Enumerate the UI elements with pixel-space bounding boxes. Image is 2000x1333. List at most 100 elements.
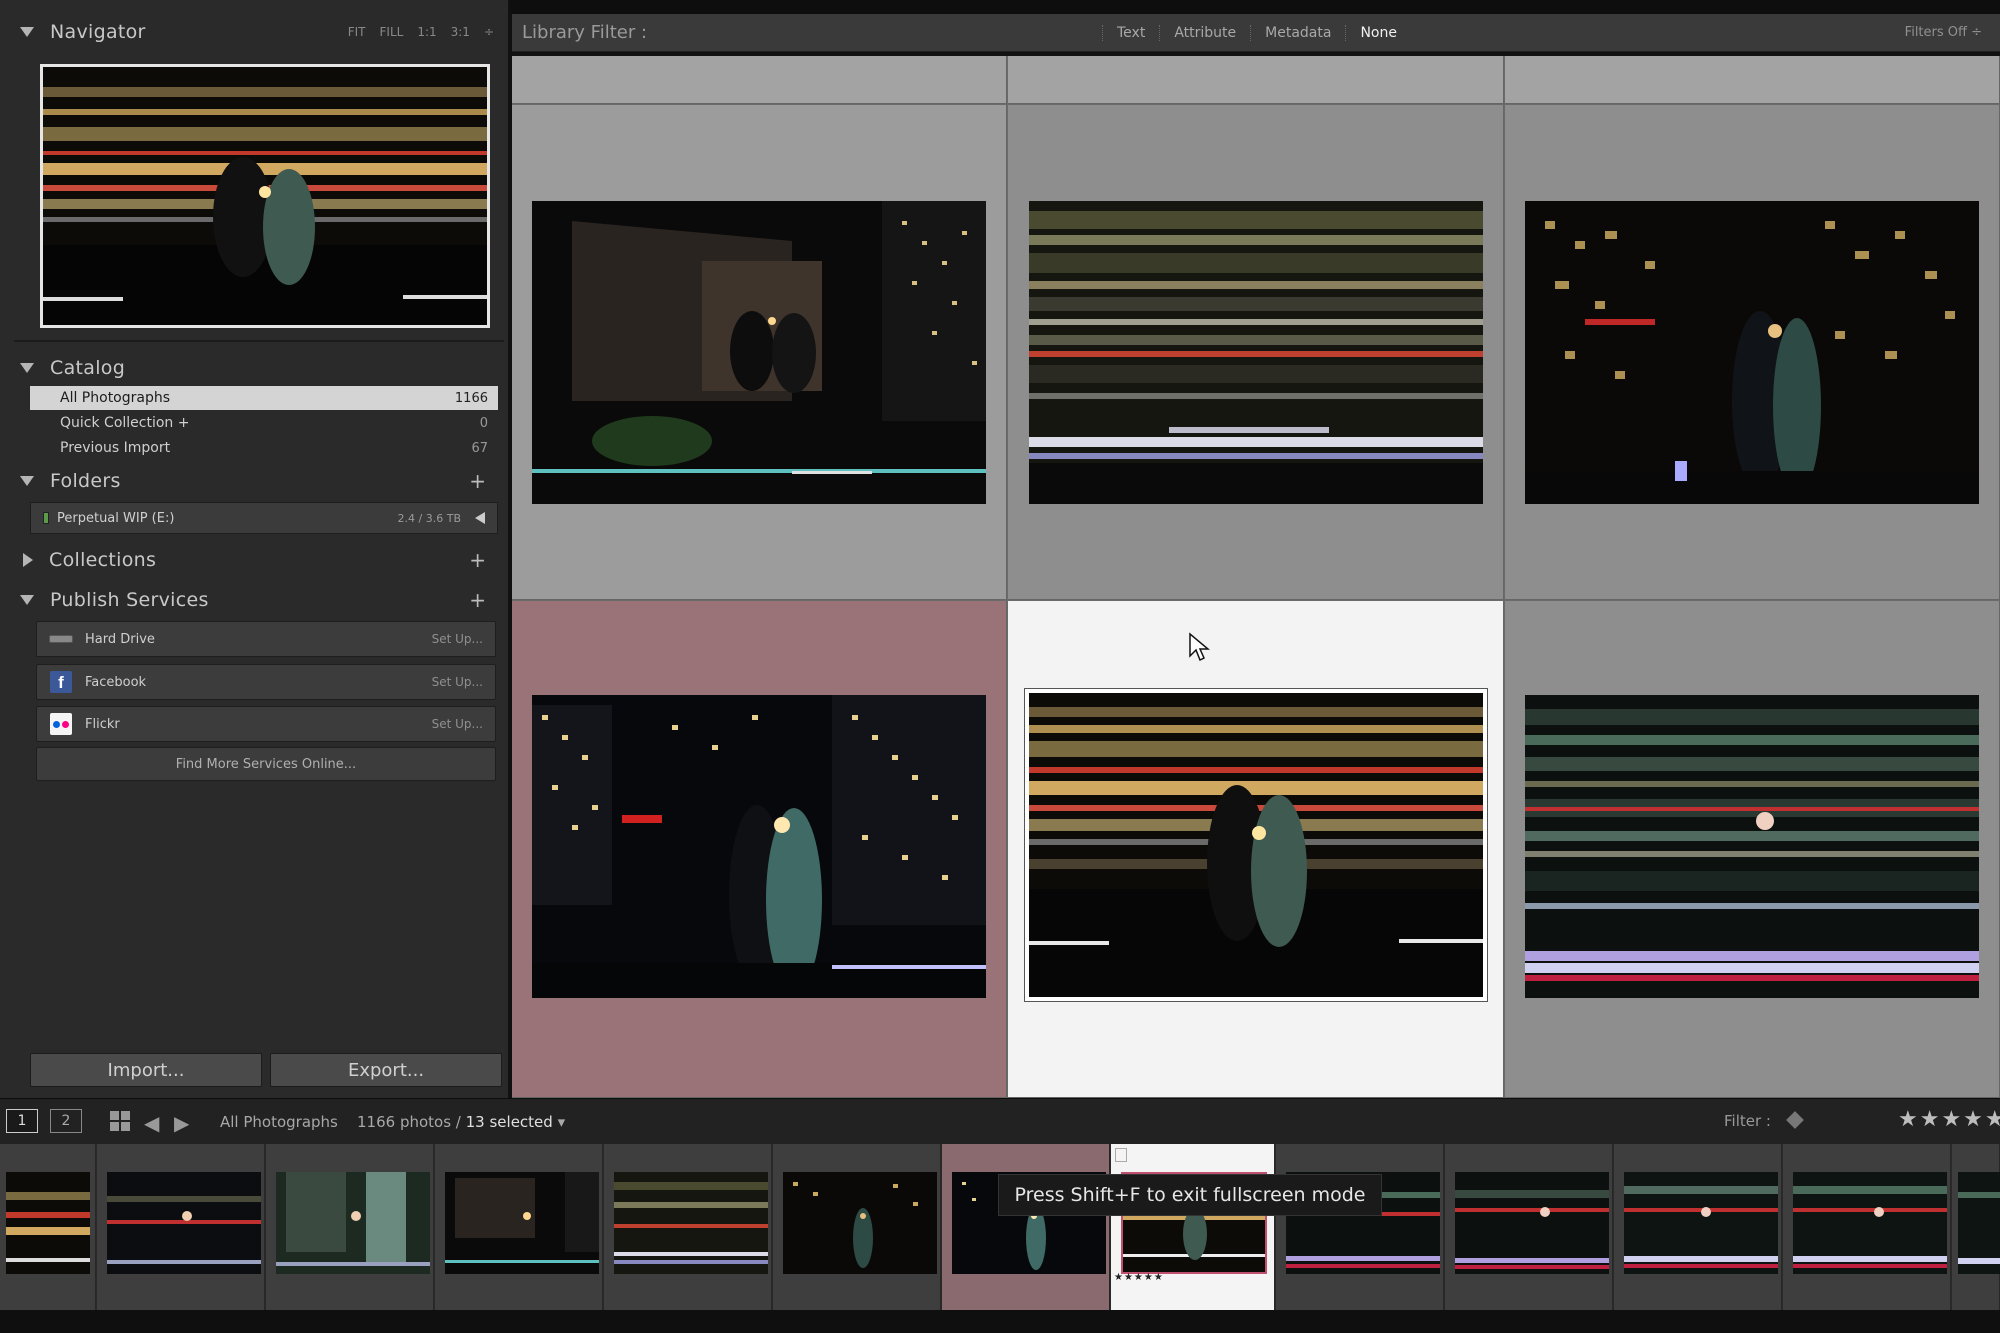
filmstrip-cell[interactable] [1445,1144,1613,1310]
filmstrip-cell-selected[interactable] [1111,1144,1275,1310]
collapse-triangle-icon[interactable] [20,27,34,37]
navigator-preview[interactable] [40,64,490,328]
filter-option-attribute[interactable]: Attribute [1159,24,1250,41]
filmstrip-thumbnail[interactable] [1958,1172,2000,1274]
forward-arrow-icon[interactable]: ▶ [174,1111,189,1135]
filmstrip-cell[interactable] [1952,1144,2000,1310]
filmstrip-thumbnail[interactable] [6,1172,90,1274]
folders-header[interactable]: Folders + [20,461,500,501]
filmstrip-image [445,1172,599,1274]
filmstrip-image [1958,1172,2000,1274]
zoom-3-1[interactable]: 3:1 [451,25,470,39]
photo-thumbnail[interactable] [1525,695,1979,998]
navigator-zoom-options[interactable]: FIT FILL 1:1 3:1 ÷ [348,25,494,39]
publish-service-facebook[interactable]: f Facebook Set Up... [36,664,496,700]
zoom-1-1[interactable]: 1:1 [417,25,436,39]
expand-arrow-icon[interactable] [475,512,485,524]
find-more-services-button[interactable]: Find More Services Online... [36,747,496,781]
grid-cell[interactable] [512,56,1007,104]
photo-thumbnail[interactable] [532,695,986,998]
catalog-header[interactable]: Catalog [20,348,500,388]
grid-cell-selected[interactable] [1008,601,1504,1098]
filmstrip-cell[interactable] [97,1144,265,1310]
folder-volume-row[interactable]: Perpetual WIP (E:) 2.4 / 3.6 TB [30,502,498,534]
setup-button[interactable]: Set Up... [432,632,483,646]
collections-header[interactable]: Collections + [20,540,500,580]
folders-title: Folders [50,470,121,492]
filmstrip-thumbnail[interactable] [1793,1172,1947,1274]
filmstrip-thumbnail[interactable] [614,1172,768,1274]
zoom-fill[interactable]: FILL [380,25,404,39]
grid-view-icon[interactable] [110,1111,130,1131]
filmstrip-thumbnail[interactable] [1624,1172,1778,1274]
export-button[interactable]: Export... [270,1053,502,1087]
grid-cell[interactable] [1505,601,2000,1098]
photo-thumbnail[interactable] [532,201,986,504]
add-folder-icon[interactable]: + [469,469,486,493]
filmstrip-cell[interactable] [942,1144,1110,1310]
catalog-row-previous-import[interactable]: Previous Import 67 [30,436,498,460]
photo-image [1029,693,1483,997]
setup-button[interactable]: Set Up... [432,675,483,689]
setup-button[interactable]: Set Up... [432,717,483,731]
left-panel: Navigator FIT FILL 1:1 3:1 ÷ Catalog All… [0,0,510,1100]
flag-icon[interactable] [1115,1148,1127,1162]
import-button[interactable]: Import... [30,1053,262,1087]
filmstrip-cell[interactable] [1276,1144,1444,1310]
catalog-row-all-photographs[interactable]: All Photographs 1166 [30,386,498,410]
filter-option-text[interactable]: Text [1102,24,1159,41]
primary-window-button[interactable]: 1 [6,1109,38,1133]
filmstrip-cell[interactable] [1783,1144,1951,1310]
filmstrip-cell[interactable] [1614,1144,1782,1310]
rating-filter-stars[interactable]: ★★★★★ [1898,1107,2000,1132]
filmstrip-cell[interactable] [604,1144,772,1310]
photo-image [532,695,986,998]
grid-cell[interactable] [1505,56,2000,104]
grid-cell[interactable] [1505,105,2000,600]
filmstrip-cell[interactable] [773,1144,941,1310]
grid-cell[interactable] [512,105,1007,600]
expand-triangle-icon[interactable] [23,553,33,567]
facebook-icon: f [49,671,73,693]
chevron-down-icon[interactable]: ▾ [558,1113,566,1131]
flag-filter-icon[interactable] [1786,1111,1804,1129]
navigator-header[interactable]: Navigator FIT FILL 1:1 3:1 ÷ [20,12,500,52]
secondary-window-button[interactable]: 2 [50,1109,82,1133]
add-publish-service-icon[interactable]: + [469,588,486,612]
photo-thumbnail[interactable] [1029,201,1483,504]
collapse-triangle-icon[interactable] [20,595,34,605]
photo-count: 1166 photos / [357,1113,461,1131]
zoom-fit[interactable]: FIT [348,25,366,39]
filmstrip-cell[interactable] [266,1144,434,1310]
filmstrip-thumbnail[interactable] [783,1172,937,1274]
collapse-triangle-icon[interactable] [20,363,34,373]
filmstrip [0,1144,2000,1310]
filmstrip-cell[interactable] [435,1144,603,1310]
filmstrip-cell[interactable] [0,1144,96,1310]
filmstrip-thumbnail[interactable] [1455,1172,1609,1274]
filmstrip-thumbnail[interactable] [276,1172,430,1274]
filter-option-none[interactable]: None [1345,24,1411,41]
back-arrow-icon[interactable]: ◀ [144,1111,159,1135]
filmstrip-source-label[interactable]: All Photographs [220,1113,338,1131]
filmstrip-thumbnail[interactable] [107,1172,261,1274]
add-collection-icon[interactable]: + [469,548,486,572]
filter-presets-dropdown[interactable]: Filters Off ÷ [1905,25,1982,40]
grid-cell[interactable] [512,601,1007,1098]
filter-option-metadata[interactable]: Metadata [1250,24,1345,41]
collapse-triangle-icon[interactable] [20,476,34,486]
publish-service-flickr[interactable]: Flickr Set Up... [36,706,496,742]
catalog-row-count: 1166 [454,390,488,406]
catalog-row-label: Quick Collection + [60,415,190,431]
publish-services-header[interactable]: Publish Services + [20,580,500,620]
grid-cell[interactable] [1008,56,1504,104]
photo-count-label[interactable]: 1166 photos / 13 selected ▾ [357,1113,565,1131]
publish-service-hard-drive[interactable]: Hard Drive Set Up... [36,621,496,657]
filmstrip-thumbnail[interactable] [445,1172,599,1274]
grid-cell[interactable] [1008,105,1504,600]
photo-thumbnail[interactable] [1525,201,1979,504]
catalog-row-label: All Photographs [60,390,171,406]
photo-thumbnail-selected[interactable] [1024,688,1488,1002]
catalog-row-quick-collection[interactable]: Quick Collection + 0 [30,411,498,435]
zoom-dropdown-icon[interactable]: ÷ [484,25,494,39]
